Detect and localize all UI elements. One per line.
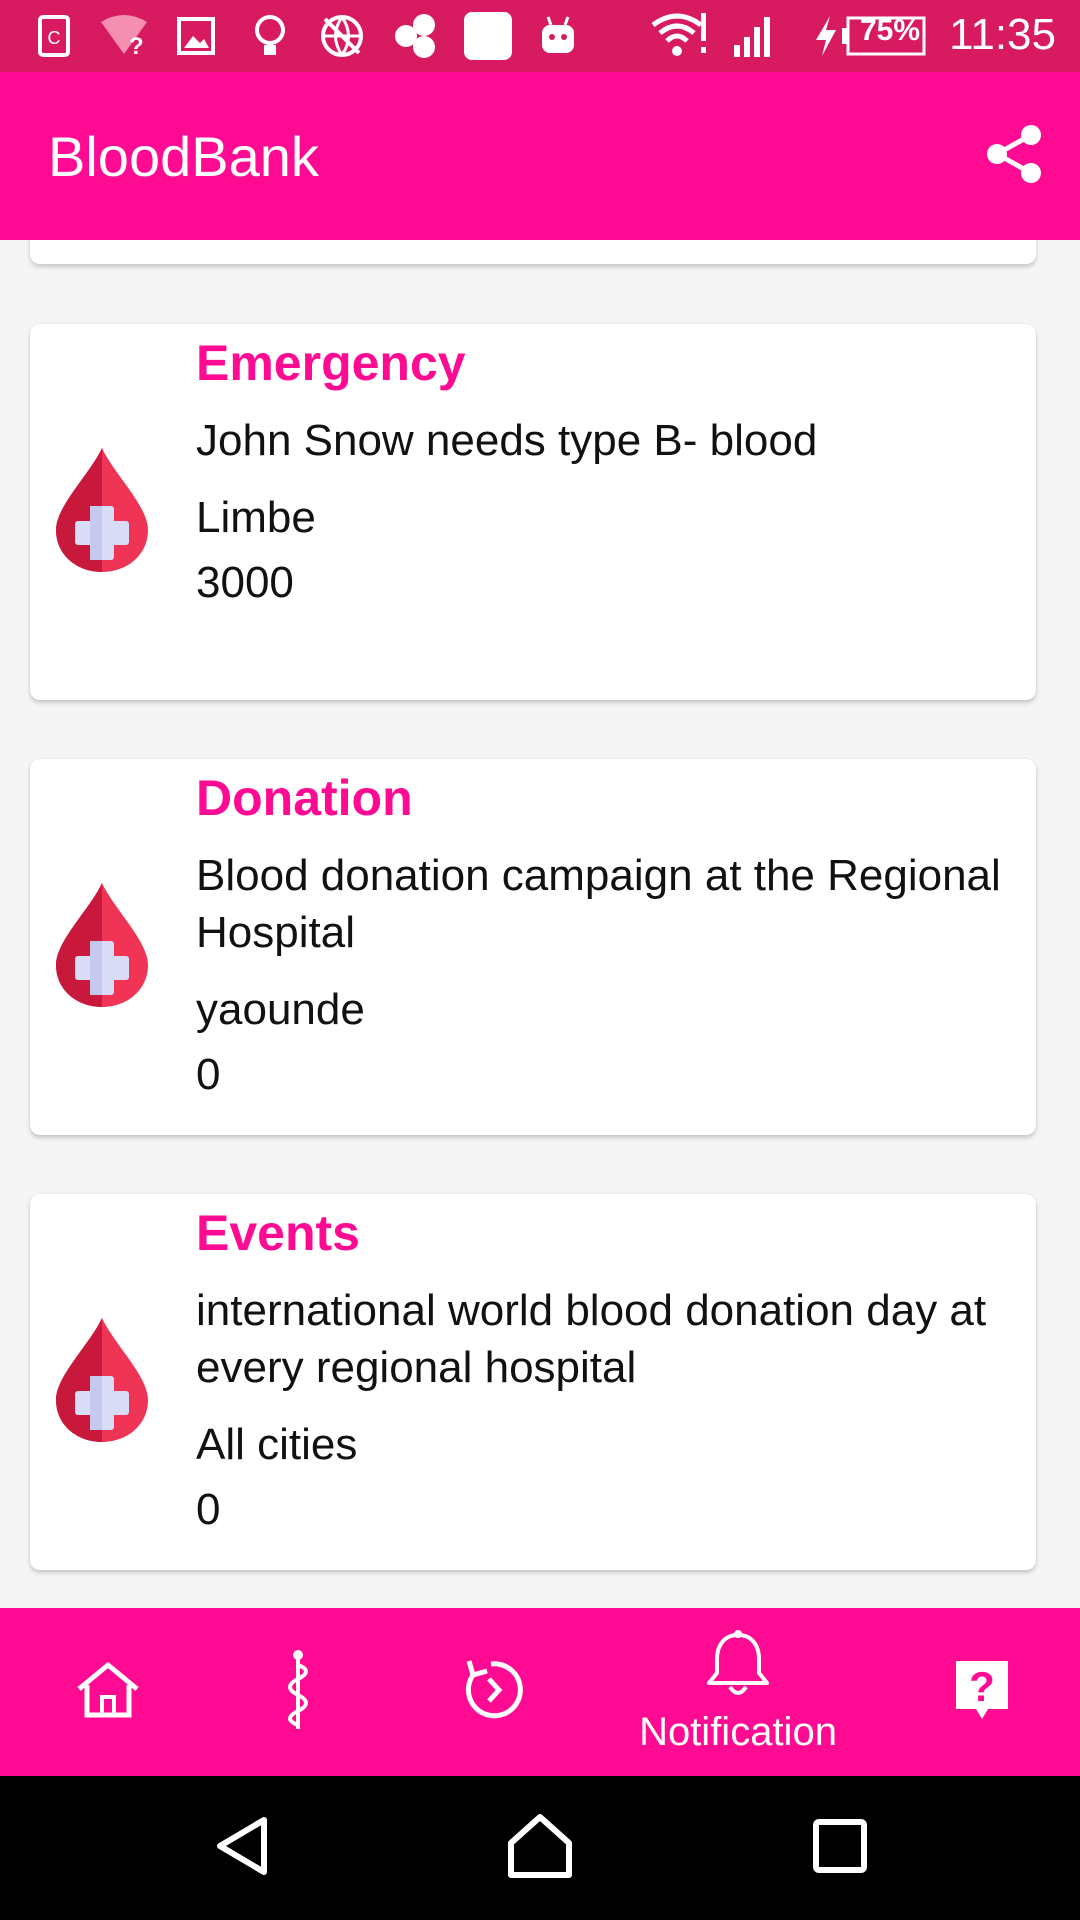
card-title: Donation [196,770,413,826]
share-button[interactable] [978,120,1050,192]
card-description: John Snow needs type B- blood [196,416,818,465]
history-icon [461,1657,527,1728]
sim-icon: C [28,10,80,62]
home-circle-icon [505,1813,575,1884]
nav-notification-label: Notification [639,1710,837,1754]
svg-text:C: C [48,28,61,48]
svg-text:?: ? [969,1663,995,1710]
system-recents-button[interactable] [788,1796,892,1900]
card-city: yaounde [196,985,365,1034]
nav-home[interactable] [0,1608,216,1776]
notification-card-emergency[interactable]: Emergency John Snow needs type B- blood … [30,324,1036,700]
wifi-question-icon: ? [98,10,150,62]
notification-card-donation[interactable]: Donation Blood donation campaign at the … [30,759,1036,1135]
blood-drop-icon [52,879,152,1009]
system-back-button[interactable] [190,1796,294,1900]
app-title: BloodBank [48,125,319,188]
bell-icon [705,1629,771,1706]
app-bar: BloodBank [0,72,1080,240]
card-amount: 0 [196,1485,221,1534]
list-item-partial[interactable] [30,240,1036,264]
system-home-button[interactable] [488,1796,592,1900]
notification-list[interactable]: Emergency John Snow needs type B- blood … [0,240,1080,1608]
square-icon [462,10,514,62]
blood-drop-icon [52,444,152,574]
share-icon [983,123,1045,190]
caduceus-icon [278,1649,318,1736]
card-city: All cities [196,1420,358,1469]
card-title: Events [196,1205,360,1261]
nav-medical[interactable] [190,1608,406,1776]
back-icon [212,1814,272,1883]
blood-drop-icon [52,1314,152,1444]
card-description: international world blood donation day a… [196,1286,987,1392]
card-city: Limbe [196,493,316,542]
bulb-icon [244,10,296,62]
image-icon [170,10,222,62]
cell-signal-icon [728,10,780,62]
home-icon [73,1659,143,1726]
bottom-navigation: Notification ? [0,1608,1080,1776]
status-bar: C ? 75% 11:35 [0,0,1080,72]
help-icon: ? [952,1657,1012,1728]
card-amount: 3000 [196,558,294,607]
nav-help[interactable]: ? [874,1608,1080,1776]
svg-text:?: ? [129,33,144,58]
nav-history[interactable] [386,1608,602,1776]
globe-blocked-icon [316,10,368,62]
card-description: Blood donation campaign at the Regional … [196,851,1001,957]
notification-card-events[interactable]: Events international world blood donatio… [30,1194,1036,1570]
battery-percent: 75% [860,14,921,47]
hexagons-icon [390,10,442,62]
nav-notification[interactable]: Notification [630,1608,846,1776]
status-time: 11:35 [949,10,1056,59]
system-navigation-bar [0,1776,1080,1920]
recents-icon [812,1818,868,1879]
wifi-alert-icon [650,10,710,62]
android-icon [532,10,584,62]
charging-icon [808,10,844,62]
card-amount: 0 [196,1050,221,1099]
card-title: Emergency [196,335,466,391]
